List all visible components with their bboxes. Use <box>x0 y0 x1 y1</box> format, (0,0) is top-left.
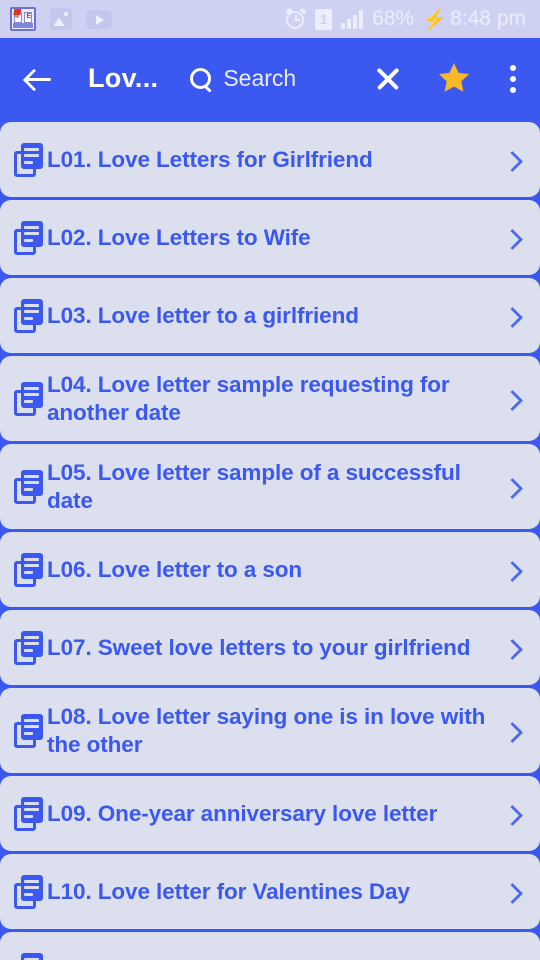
list-item-label: L05. Love letter sample of a successful … <box>47 459 461 513</box>
list-item[interactable]: L05. Love letter sample of a successful … <box>0 444 540 529</box>
list-item[interactable]: L04. Love letter sample requesting for a… <box>0 356 540 441</box>
chevron-right-icon[interactable] <box>502 559 524 581</box>
document-icon <box>14 713 44 748</box>
overflow-menu-icon[interactable] <box>500 59 526 99</box>
chevron-right-icon[interactable] <box>502 476 524 498</box>
document-icon <box>14 220 44 255</box>
list-item-label: L07. Sweet love letters to your girlfrie… <box>47 634 471 660</box>
document-icon <box>14 874 44 909</box>
status-bar-left-icons: व E <box>10 7 112 31</box>
list-item-label: L11. I love you letter to your husband <box>47 956 502 960</box>
list-item[interactable]: L06. Love letter to a son <box>0 532 540 607</box>
list-item[interactable]: L09. One-year anniversary love letter <box>0 776 540 851</box>
chevron-right-icon[interactable] <box>502 720 524 742</box>
list-item-label: L06. Love letter to a son <box>47 556 303 582</box>
list-item[interactable]: L01. Love Letters for Girlfriend <box>0 122 540 197</box>
page-title: Lov... <box>88 63 159 93</box>
list-item-label: L10. Love letter for Valentines Day <box>47 878 410 904</box>
sim-indicator-icon: 1 <box>315 8 333 30</box>
battery-percent-label: 68% <box>372 7 415 30</box>
chevron-right-icon[interactable] <box>502 637 524 659</box>
list-item-label: L03. Love letter to a girlfriend <box>47 302 359 328</box>
chevron-right-icon[interactable] <box>502 388 524 410</box>
list-item-label: L04. Love letter sample requesting for a… <box>47 371 450 425</box>
list-item[interactable]: L03. Love letter to a girlfriend <box>0 278 540 353</box>
video-play-icon <box>86 9 112 29</box>
status-bar-right-icons: 1 68% 8:48 pm <box>285 7 526 32</box>
letters-list[interactable]: L01. Love Letters for Girlfriend L02. Lo… <box>0 119 540 960</box>
list-item[interactable]: L11. I love you letter to your husband <box>0 932 540 960</box>
chevron-right-icon[interactable] <box>502 881 524 903</box>
list-item-label: L09. One-year anniversary love letter <box>47 800 438 826</box>
chevron-right-icon[interactable] <box>502 149 524 171</box>
list-item-label: L01. Love Letters for Girlfriend <box>47 146 373 172</box>
chevron-right-icon[interactable] <box>502 305 524 327</box>
document-icon <box>14 630 44 665</box>
gallery-icon <box>50 8 72 30</box>
signal-bars-icon <box>341 9 364 29</box>
chevron-right-icon[interactable] <box>502 803 524 825</box>
list-item-label: L08. Love letter saying one is in love w… <box>47 703 486 757</box>
status-bar: व E 1 68% 8:48 pm <box>0 0 540 38</box>
document-icon <box>14 298 44 333</box>
alarm-clock-icon <box>285 7 307 29</box>
chevron-right-icon[interactable] <box>502 227 524 249</box>
document-icon <box>14 796 44 831</box>
search-icon[interactable] <box>188 66 214 92</box>
app-bar: Lov... Search <box>0 38 540 119</box>
app-root: व E 1 68% 8:48 pm Lov <box>0 0 540 960</box>
document-icon <box>14 142 44 177</box>
list-item[interactable]: L07. Sweet love letters to your girlfrie… <box>0 610 540 685</box>
document-icon <box>14 552 44 587</box>
close-icon[interactable] <box>370 61 406 97</box>
search-input[interactable]: Search <box>188 65 296 92</box>
list-item[interactable]: L10. Love letter for Valentines Day <box>0 854 540 929</box>
search-placeholder-label: Search <box>223 65 297 91</box>
charging-bolt-icon <box>422 7 447 32</box>
document-icon <box>14 952 44 960</box>
back-arrow-icon[interactable] <box>18 59 58 99</box>
status-bar-clock: 8:48 pm <box>450 7 526 30</box>
list-item[interactable]: L08. Love letter saying one is in love w… <box>0 688 540 773</box>
document-icon <box>14 381 44 416</box>
document-icon <box>14 469 44 504</box>
list-item[interactable]: L02. Love Letters to Wife <box>0 200 540 275</box>
dictionary-app-icon: व E <box>10 7 36 31</box>
star-icon[interactable] <box>434 59 474 99</box>
list-item-label: L02. Love Letters to Wife <box>47 224 311 250</box>
